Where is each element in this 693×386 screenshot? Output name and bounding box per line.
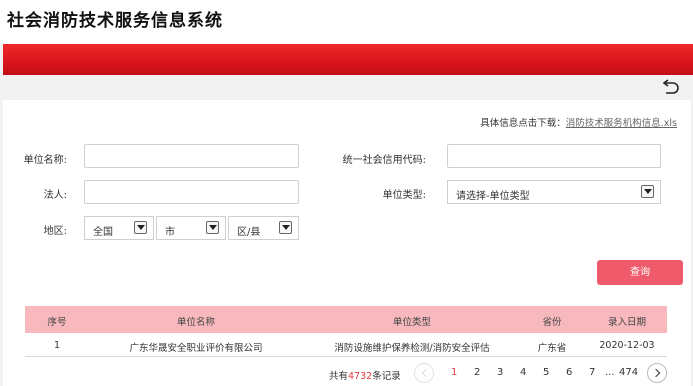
region-label: 地区: — [43, 226, 67, 237]
page-number[interactable]: 7 — [589, 367, 595, 378]
total-suffix: 条记录 — [372, 371, 401, 382]
region-country-select[interactable]: 全国 — [84, 216, 154, 240]
page-number[interactable]: 3 — [497, 367, 503, 378]
prev-page-button[interactable] — [414, 363, 434, 383]
table-cell: 1 — [53, 340, 61, 351]
region-country-value: 全国 — [93, 227, 113, 238]
total-count: 4732 — [348, 371, 373, 382]
back-icon[interactable] — [660, 79, 680, 97]
download-row: 具体信息点击下载：消防技术服务机构信息.xls — [480, 115, 677, 129]
page-ellipsis: ... — [605, 367, 615, 378]
page-number[interactable]: 6 — [566, 367, 572, 378]
total-records: 共有4732条记录 — [329, 368, 401, 382]
page-number[interactable]: 1 — [451, 367, 457, 378]
search-panel: 具体信息点击下载：消防技术服务机构信息.xls 单位名称: 统一社会信用代码: … — [3, 100, 691, 386]
header-banner — [3, 44, 693, 75]
credit-code-label: 统一社会信用代码: — [342, 155, 426, 166]
column-header: 序号 — [47, 317, 67, 328]
unit-name-input[interactable] — [84, 144, 299, 168]
table-cell: 广东华晟安全职业评价有限公司 — [129, 343, 263, 354]
chevron-down-icon — [279, 221, 292, 234]
table-row[interactable]: 1 广东华晟安全职业评价有限公司 消防设施维护保养检测/消防安全评估 广东省 2… — [25, 333, 667, 357]
column-header: 单位类型 — [392, 317, 432, 328]
column-header: 录入日期 — [607, 317, 647, 328]
download-link[interactable]: 消防技术服务机构信息.xls — [566, 118, 677, 129]
region-city-value: 市 — [165, 227, 175, 238]
page-number[interactable]: 4 — [520, 367, 526, 378]
total-prefix: 共有 — [329, 371, 349, 382]
column-header: 单位名称 — [176, 317, 216, 328]
table-cell: 广东省 — [537, 343, 567, 354]
next-page-button[interactable] — [647, 363, 667, 383]
credit-code-input[interactable] — [447, 144, 661, 168]
table-cell: 消防设施维护保养检测/消防安全评估 — [334, 343, 490, 354]
page-number[interactable]: 2 — [474, 367, 480, 378]
query-button[interactable]: 查询 — [597, 260, 683, 285]
column-header: 省份 — [542, 317, 562, 328]
chevron-right-icon — [651, 368, 661, 378]
app-header: 社会消防技术服务信息系统 — [0, 0, 693, 44]
chevron-down-icon — [641, 185, 654, 198]
legal-person-input[interactable] — [84, 180, 299, 204]
app-title: 社会消防技术服务信息系统 — [7, 11, 223, 31]
table-header: 序号 单位名称 单位类型 省份 录入日期 — [25, 306, 667, 333]
page-number-last[interactable]: 474 — [619, 367, 638, 378]
chevron-down-icon — [206, 221, 219, 234]
unit-type-value: 请选择-单位类型 — [456, 191, 530, 202]
unit-type-select[interactable]: 请选择-单位类型 — [447, 180, 661, 204]
region-county-select[interactable]: 区/县 — [228, 216, 299, 240]
legal-person-label: 法人: — [43, 190, 67, 201]
unit-name-label: 单位名称: — [23, 155, 67, 166]
download-prefix: 具体信息点击下载： — [480, 118, 566, 129]
page-number[interactable]: 5 — [543, 367, 549, 378]
region-city-select[interactable]: 市 — [156, 216, 226, 240]
chevron-down-icon — [134, 221, 147, 234]
table-cell: 2020-12-03 — [599, 340, 655, 351]
region-county-value: 区/县 — [237, 227, 261, 238]
chevron-left-icon — [421, 368, 431, 378]
unit-type-label: 单位类型: — [382, 190, 426, 201]
